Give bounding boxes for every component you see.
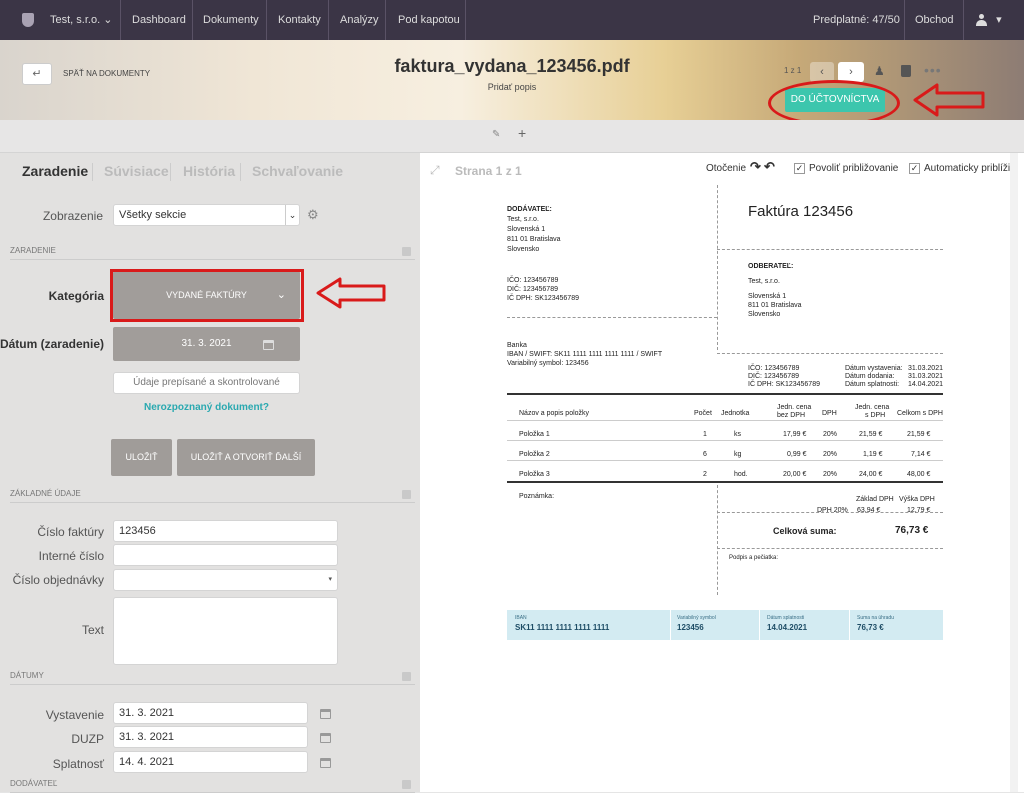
save-button[interactable]: ULOŽIŤ	[111, 439, 172, 476]
nav-shop[interactable]: Obchod	[915, 0, 954, 40]
back-button[interactable]: ↵	[22, 63, 52, 85]
nav-under-hood[interactable]: Pod kapotou	[398, 0, 460, 40]
category-label: Kategória	[48, 289, 104, 303]
viewer-scrollbar[interactable]	[1010, 153, 1018, 792]
document-header: ↵ SPÄŤ NA DOKUMENTY faktura_vydana_12345…	[0, 40, 1024, 126]
pencil-icon[interactable]: ✎	[492, 129, 500, 140]
payment-strip: IBAN SK11 1111 1111 1111 1111 Variabilný…	[507, 610, 943, 640]
text-label: Text	[81, 623, 104, 637]
internal-number-label: Interné číslo	[38, 549, 104, 563]
metadata-panel: Zaradenie Súvisiace História Schvaľovani…	[0, 153, 420, 793]
verified-button[interactable]: Údaje prepísané a skontrolované	[113, 372, 300, 394]
date-category-label: Dátum (zaradenie)	[0, 337, 104, 351]
document-filename: faktura_vydana_123456.pdf	[394, 56, 630, 76]
collapse-icon[interactable]	[402, 672, 411, 681]
issued-label: Vystavenie	[45, 708, 104, 722]
section-dates: DÁTUMY	[10, 671, 415, 685]
duzp-date-input[interactable]: 31. 3. 2021	[113, 726, 308, 748]
zoom-auto-label: Automaticky priblížiť	[924, 163, 1014, 174]
user-menu[interactable]: ▾	[976, 0, 1002, 40]
page-label: Strana 1 z 1	[455, 164, 522, 178]
company-switcher[interactable]: Test, s.r.o. ⌄	[50, 0, 112, 40]
tab-suvisiace[interactable]: Súvisiace	[104, 163, 169, 179]
more-icon[interactable]: •••	[924, 62, 942, 78]
section-zaradenie: ZARADENIE	[10, 246, 415, 260]
tab-historia[interactable]: História	[183, 163, 235, 179]
annotation-arrow-left-icon	[913, 83, 985, 117]
save-open-next-button[interactable]: ULOŽIŤ A OTVORIŤ ĎALŠÍ	[177, 439, 315, 476]
annotation-arrow-left-icon	[316, 277, 386, 309]
calendar-icon[interactable]	[263, 340, 274, 350]
calendar-icon[interactable]	[320, 758, 331, 768]
nav-contacts[interactable]: Kontakty	[278, 0, 321, 40]
zoom-allow-label: Povoliť približovanie	[809, 163, 899, 174]
view-select[interactable]: Všetky sekcie ⌄	[113, 204, 300, 226]
due-label: Splatnosť	[52, 757, 104, 771]
subscription-status[interactable]: Predplatné: 47/50	[813, 0, 900, 40]
rotate-right-icon[interactable]: ↷	[750, 159, 761, 175]
expand-icon[interactable]: ⤢	[430, 163, 440, 178]
nav-documents[interactable]: Dokumenty	[203, 0, 259, 40]
issued-date-input[interactable]: 31. 3. 2021	[113, 702, 308, 724]
add-description-link[interactable]: Pridať popis	[300, 82, 724, 92]
calendar-icon[interactable]	[320, 733, 331, 743]
total-value: 76,73 €	[895, 525, 929, 536]
back-arrow-icon: ↵	[32, 68, 42, 80]
caret-down-icon: ▾	[328, 576, 332, 583]
invoice-number-input[interactable]: 123456	[113, 520, 338, 542]
calendar-icon[interactable]	[320, 709, 331, 719]
page-indicator: 1 z 1	[784, 66, 802, 75]
chevron-right-icon: ›	[849, 66, 853, 78]
rotate-label: Otočenie	[706, 163, 747, 174]
zoom-allow-checkbox[interactable]: ✓	[794, 163, 805, 174]
caret-down-icon: ▾	[996, 14, 1002, 26]
duzp-label: DUZP	[71, 732, 104, 746]
collapse-icon[interactable]	[402, 247, 411, 256]
next-page-button[interactable]: ›	[838, 62, 864, 82]
section-basic: ZÁKLADNÉ ÚDAJE	[10, 489, 415, 503]
customer-header: ODBERATEĽ:	[748, 263, 794, 270]
back-label[interactable]: SPÄŤ NA DOKUMENTY	[63, 69, 150, 78]
invoice-title: Faktúra 123456	[748, 203, 854, 220]
chevron-down-icon: ⌄	[103, 14, 113, 26]
text-area[interactable]	[113, 597, 338, 665]
sub-toolbar: ✎ +	[0, 120, 1024, 153]
prev-page-button[interactable]: ‹	[810, 62, 834, 82]
top-navigation: Test, s.r.o. ⌄ Dashboard Dokumenty Konta…	[0, 0, 1024, 40]
date-category-field[interactable]: 31. 3. 2021	[113, 327, 300, 361]
app-logo-icon[interactable]	[22, 13, 34, 27]
collapse-icon[interactable]	[402, 780, 411, 789]
total-label: Celková suma:	[773, 526, 837, 536]
invoice-number-label: Číslo faktúry	[37, 525, 104, 539]
document-viewer: ⤢ Strana 1 z 1 Otočenie ↷ ↶ ✓ Povoliť pr…	[420, 153, 1024, 792]
plus-icon[interactable]: +	[518, 125, 526, 141]
chevron-down-icon: ⌄	[285, 205, 299, 225]
internal-number-input[interactable]	[113, 544, 338, 566]
highlight-box	[110, 269, 304, 322]
share-user-icon[interactable]: ♟	[874, 64, 888, 78]
nav-dashboard[interactable]: Dashboard	[132, 0, 186, 40]
order-number-select[interactable]: ▾	[113, 569, 338, 591]
tab-zaradenie[interactable]: Zaradenie	[22, 163, 88, 179]
trash-icon[interactable]	[901, 65, 911, 77]
order-number-label: Číslo objednávky	[12, 573, 104, 587]
tab-schvalovanie[interactable]: Schvaľovanie	[252, 163, 343, 179]
unrecognized-document-link[interactable]: Nerozpoznaný dokument?	[113, 402, 300, 413]
rotate-left-icon[interactable]: ↶	[764, 159, 775, 175]
collapse-icon[interactable]	[402, 490, 411, 499]
invoice-page: DODÁVATEĽ: Test, s.r.o. Slovenská 1 811 …	[507, 185, 943, 645]
due-date-input[interactable]: 14. 4. 2021	[113, 751, 308, 773]
zoom-auto-checkbox[interactable]: ✓	[909, 163, 920, 174]
gear-icon[interactable]: ⚙	[307, 207, 319, 223]
user-icon	[976, 14, 987, 27]
view-label: Zobrazenie	[42, 209, 103, 223]
section-supplier: DODÁVATEĽ	[10, 779, 415, 793]
nav-analytics[interactable]: Analýzy	[340, 0, 379, 40]
supplier-header: DODÁVATEĽ:	[507, 206, 552, 213]
chevron-left-icon: ‹	[820, 66, 824, 78]
